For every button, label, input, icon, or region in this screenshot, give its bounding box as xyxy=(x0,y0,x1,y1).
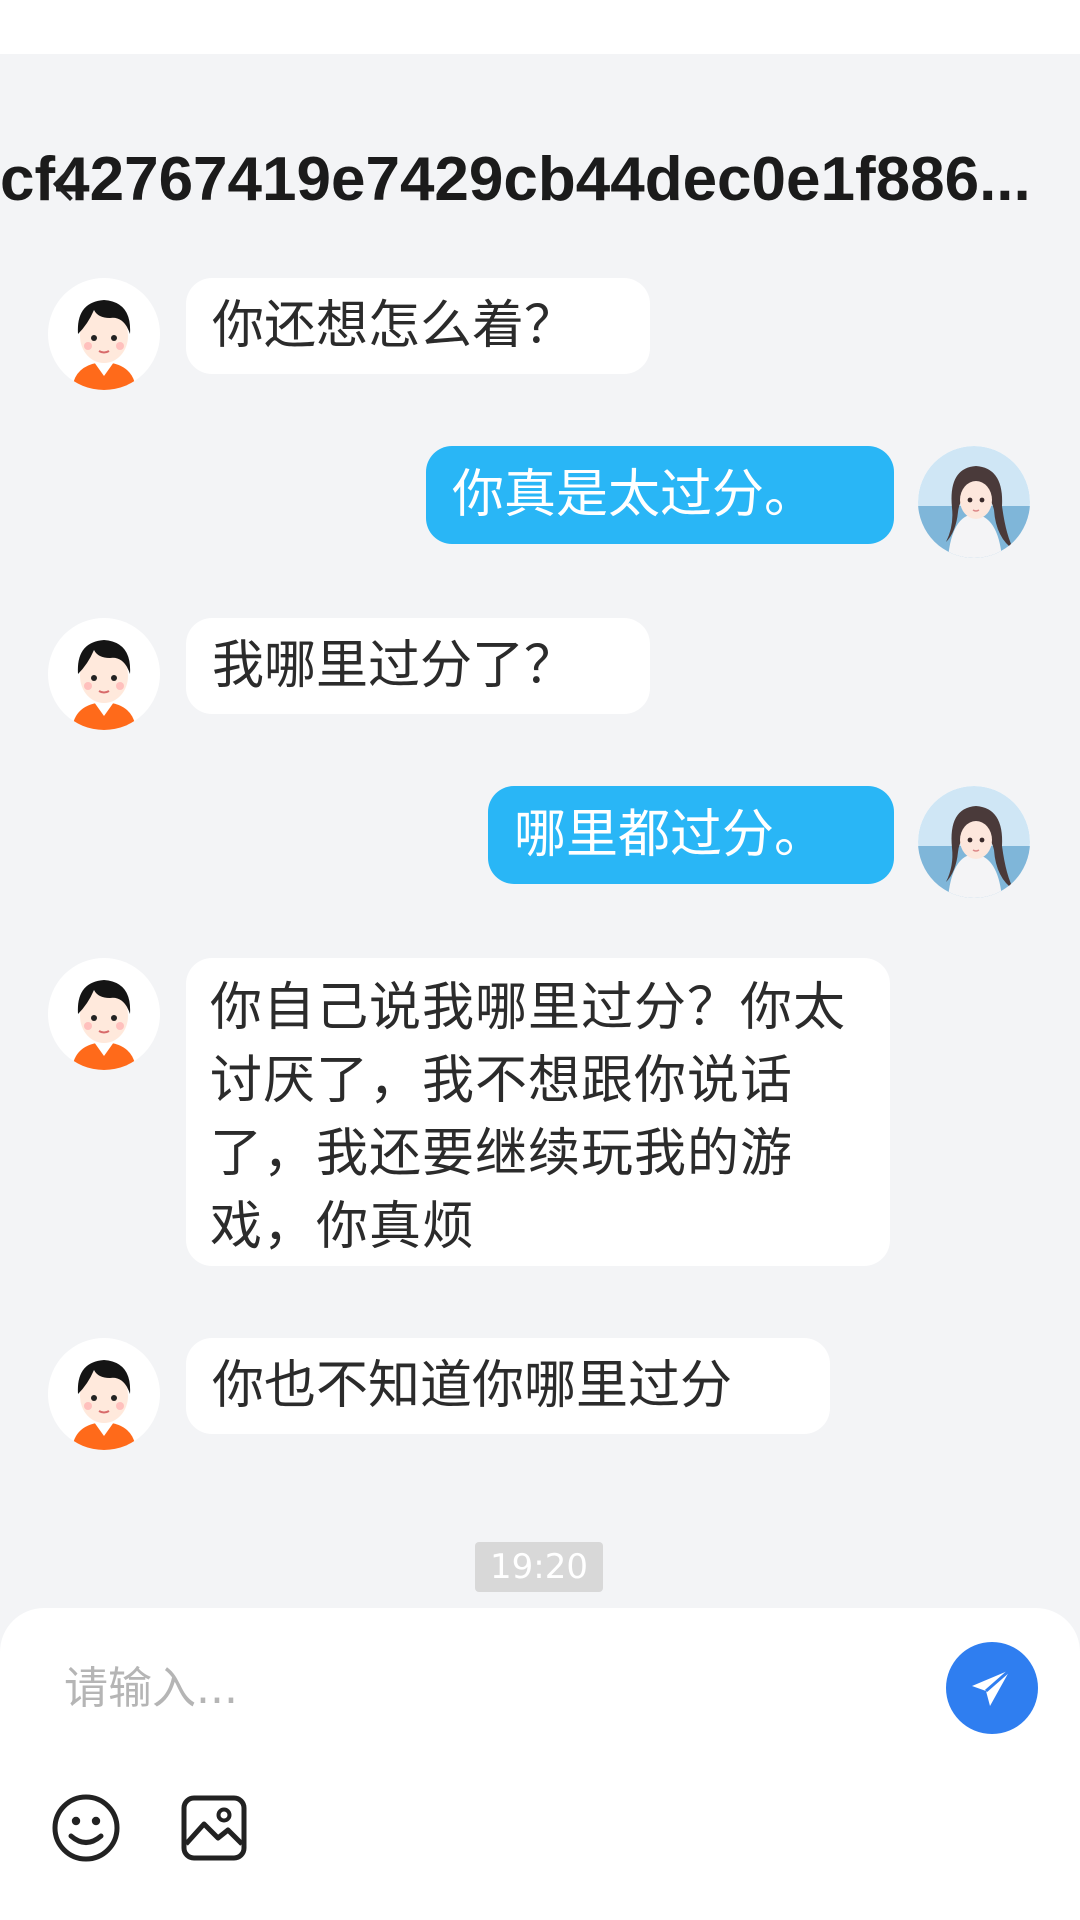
smiley-icon xyxy=(52,1794,120,1862)
contact-avatar[interactable] xyxy=(48,618,160,730)
user-avatar[interactable] xyxy=(918,446,1030,558)
message-bubble-incoming[interactable]: 我哪里过分了？ xyxy=(186,618,650,714)
message-input[interactable] xyxy=(40,1650,968,1726)
contact-avatar[interactable] xyxy=(48,1338,160,1450)
emoji-button[interactable] xyxy=(50,1792,122,1864)
message-timestamp: 19:20 xyxy=(475,1542,603,1592)
contact-avatar[interactable] xyxy=(48,278,160,390)
contact-avatar[interactable] xyxy=(48,958,160,1070)
message-bubble-outgoing[interactable]: 哪里都过分。 xyxy=(488,786,894,884)
image-icon xyxy=(181,1795,247,1861)
message-bubble-incoming[interactable]: 你也不知道你哪里过分 xyxy=(186,1338,830,1434)
paper-plane-icon xyxy=(972,1668,1011,1706)
chat-title: cf42767419e7429cb44dec0e1f886... xyxy=(0,145,1031,214)
user-avatar[interactable] xyxy=(918,786,1030,898)
image-button[interactable] xyxy=(178,1792,250,1864)
message-bubble-incoming[interactable]: 你自己说我哪里过分？你太讨厌了，我不想跟你说话了，我还要继续玩我的游戏，你真烦 xyxy=(186,958,890,1266)
status-bar xyxy=(0,0,1080,54)
message-bubble-incoming[interactable]: 你还想怎么着？ xyxy=(186,278,650,374)
send-button[interactable] xyxy=(946,1642,1038,1734)
message-bubble-outgoing[interactable]: 你真是太过分。 xyxy=(426,446,894,544)
